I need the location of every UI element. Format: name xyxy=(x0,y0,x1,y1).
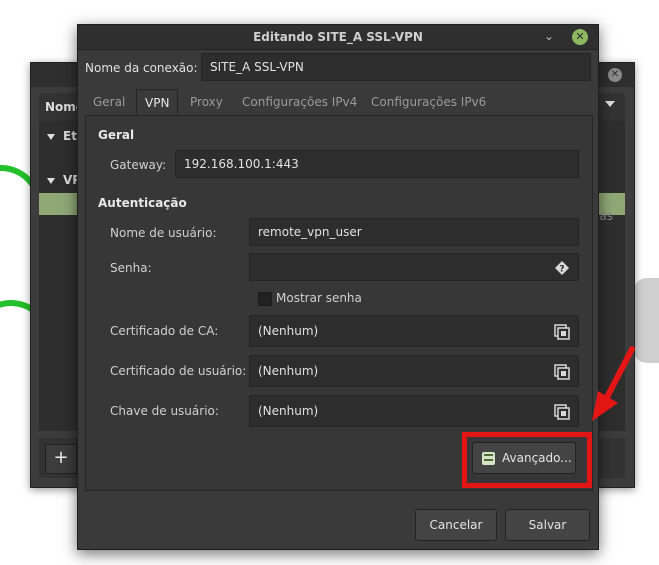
user-cert-value: (Nenhum) xyxy=(258,364,319,378)
password-options-icon[interactable]: ? xyxy=(554,260,570,276)
file-chooser-icon[interactable] xyxy=(554,324,570,340)
user-key-selector[interactable]: (Nenhum) xyxy=(249,395,579,427)
username-label: Nome de usuário: xyxy=(110,226,217,240)
advanced-button-label: Avançado... xyxy=(502,451,572,465)
cancel-button[interactable]: Cancelar xyxy=(415,509,497,541)
user-key-value: (Nenhum) xyxy=(258,404,319,418)
tab-vpn[interactable]: VPN xyxy=(136,89,179,117)
user-cert-label: Certificado de usuário: xyxy=(110,364,247,378)
annotation-arrow-icon xyxy=(592,346,635,421)
save-button[interactable]: Salvar xyxy=(505,509,590,541)
dialog-titlebar: Editando SITE_A SSL-VPN ⌄ ✕ xyxy=(78,25,598,50)
section-general-heading: Geral xyxy=(98,128,135,142)
dialog-title: Editando SITE_A SSL-VPN xyxy=(253,30,423,44)
file-chooser-icon[interactable] xyxy=(554,404,570,420)
expander-icon xyxy=(47,133,55,140)
gateway-label: Gateway: xyxy=(110,158,167,172)
username-input[interactable] xyxy=(249,218,579,246)
gateway-input[interactable] xyxy=(175,150,579,178)
ca-cert-label: Certificado de CA: xyxy=(110,324,219,338)
connection-name-label: Nome da conexão: xyxy=(85,61,198,75)
tab-proxy[interactable]: Proxy xyxy=(182,89,231,115)
expander-icon xyxy=(47,177,55,184)
advanced-button[interactable]: Avançado... xyxy=(472,442,576,474)
settings-icon xyxy=(482,452,495,465)
close-icon[interactable]: ✕ xyxy=(572,29,588,45)
show-password-label[interactable]: Mostrar senha xyxy=(276,291,362,305)
vpn-settings-panel: Geral Gateway: Autenticação Nome de usuá… xyxy=(85,115,593,491)
show-password-checkbox[interactable] xyxy=(258,292,272,306)
user-cert-selector[interactable]: (Nenhum) xyxy=(249,355,579,387)
edit-connection-dialog: Editando SITE_A SSL-VPN ⌄ ✕ Nome da cone… xyxy=(77,24,599,550)
ca-cert-value: (Nenhum) xyxy=(258,324,319,338)
password-input[interactable]: ? xyxy=(249,253,579,281)
add-connection-button[interactable]: + xyxy=(45,444,77,474)
password-label: Senha: xyxy=(110,261,152,275)
close-icon[interactable]: ✕ xyxy=(608,68,622,82)
group-vpn[interactable]: VP xyxy=(47,173,81,187)
section-auth-heading: Autenticação xyxy=(98,196,187,210)
tab-bar: Geral VPN Proxy Configurações IPv4 Confi… xyxy=(85,89,591,117)
chevron-down-icon[interactable] xyxy=(605,101,615,107)
minimize-icon[interactable]: ⌄ xyxy=(544,29,554,43)
ca-cert-selector[interactable]: (Nenhum) xyxy=(249,315,579,347)
user-key-label: Chave de usuário: xyxy=(110,404,219,418)
svg-text:?: ? xyxy=(559,265,564,275)
connection-name-input[interactable] xyxy=(201,53,591,81)
tab-ipv4[interactable]: Configurações IPv4 xyxy=(234,89,365,115)
tab-geral[interactable]: Geral xyxy=(85,89,133,115)
tab-ipv6[interactable]: Configurações IPv6 xyxy=(363,89,494,115)
file-chooser-icon[interactable] xyxy=(554,364,570,380)
